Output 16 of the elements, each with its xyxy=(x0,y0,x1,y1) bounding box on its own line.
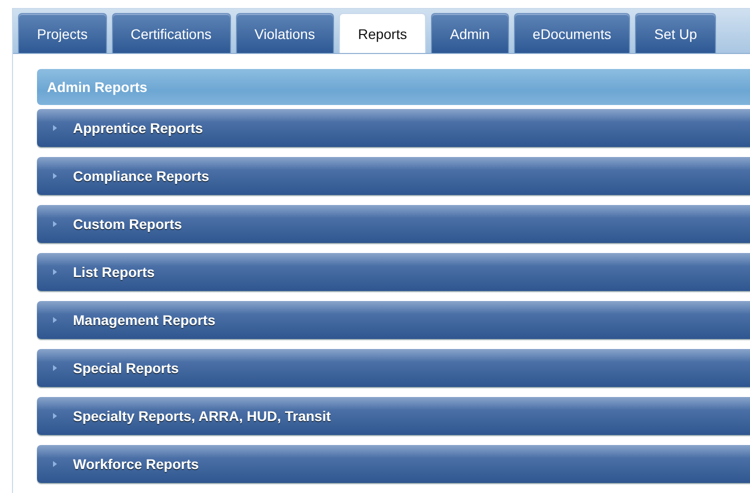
panel-title: Admin Reports xyxy=(47,79,148,95)
report-section-header[interactable]: List Reports xyxy=(37,253,750,291)
report-section-header[interactable]: Specialty Reports, ARRA, HUD, Transit xyxy=(37,397,750,435)
tab[interactable]: eDocuments xyxy=(514,13,630,53)
report-section-header[interactable]: Workforce Reports xyxy=(37,445,750,483)
tab[interactable]: Reports xyxy=(338,13,426,53)
tab[interactable]: Violations xyxy=(236,13,334,53)
report-section-header[interactable]: Apprentice Reports xyxy=(37,109,750,147)
report-section-header[interactable]: Compliance Reports xyxy=(37,157,750,195)
tab[interactable]: Set Up xyxy=(635,13,716,53)
tab[interactable]: Projects xyxy=(18,13,107,53)
tab[interactable]: Certifications xyxy=(112,13,230,53)
report-section-header[interactable]: Special Reports xyxy=(37,349,750,387)
report-section-header[interactable]: Management Reports xyxy=(37,301,750,339)
report-section-header[interactable]: Custom Reports xyxy=(37,205,750,243)
tab[interactable]: Admin xyxy=(430,13,509,53)
